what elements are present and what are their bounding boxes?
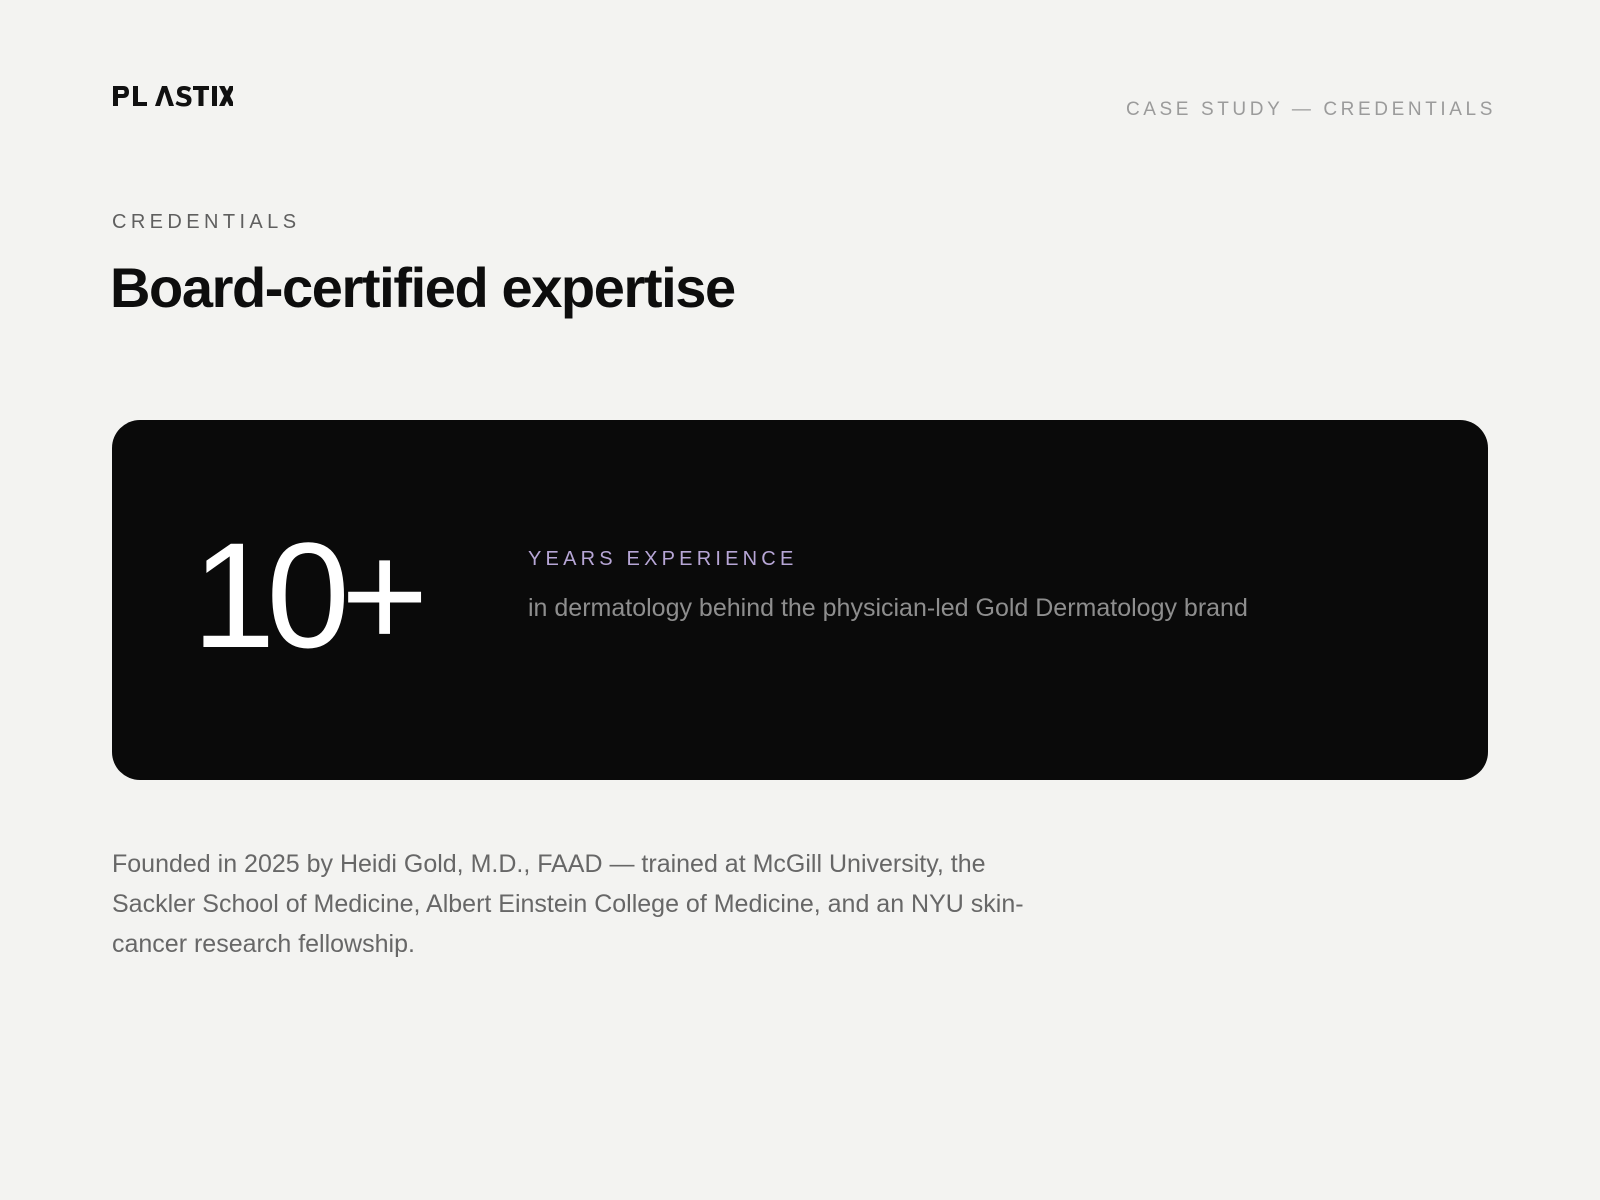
page-title: Board-certified expertise (110, 256, 736, 319)
body-paragraph: Founded in 2025 by Heidi Gold, M.D., FAA… (112, 850, 1024, 958)
section-eyebrow: CREDENTIALS (112, 211, 301, 233)
brand-logo[interactable] (111, 82, 233, 110)
case-study-label: CASE STUDY — CREDENTIALS (1125, 99, 1496, 120)
stat-label: YEARS EXPERIENCE (528, 548, 798, 570)
plastix-logo-icon (113, 86, 233, 107)
stat-description: in dermatology behind the physician-led … (528, 594, 1248, 622)
stat-card: 10+ YEARS EXPERIENCE in dermatology behi… (112, 420, 1488, 780)
stat-value: 10+ (192, 511, 428, 679)
